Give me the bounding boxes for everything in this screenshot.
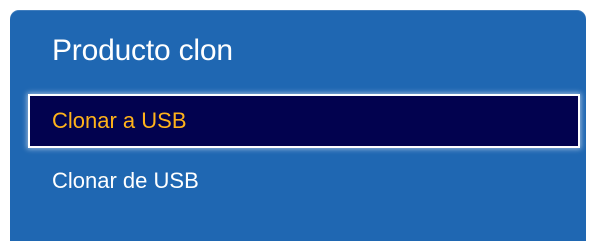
menu-panel: Producto clon Clonar a USB Clonar de USB xyxy=(10,10,586,241)
menu-item-label: Clonar a USB xyxy=(52,108,187,133)
menu-list: Clonar a USB Clonar de USB xyxy=(10,94,586,208)
menu-item-label: Clonar de USB xyxy=(52,168,199,193)
menu-title: Producto clon xyxy=(52,34,233,67)
menu-item-clone-to-usb[interactable]: Clonar a USB xyxy=(28,94,580,148)
menu-item-clone-from-usb[interactable]: Clonar de USB xyxy=(10,154,586,208)
